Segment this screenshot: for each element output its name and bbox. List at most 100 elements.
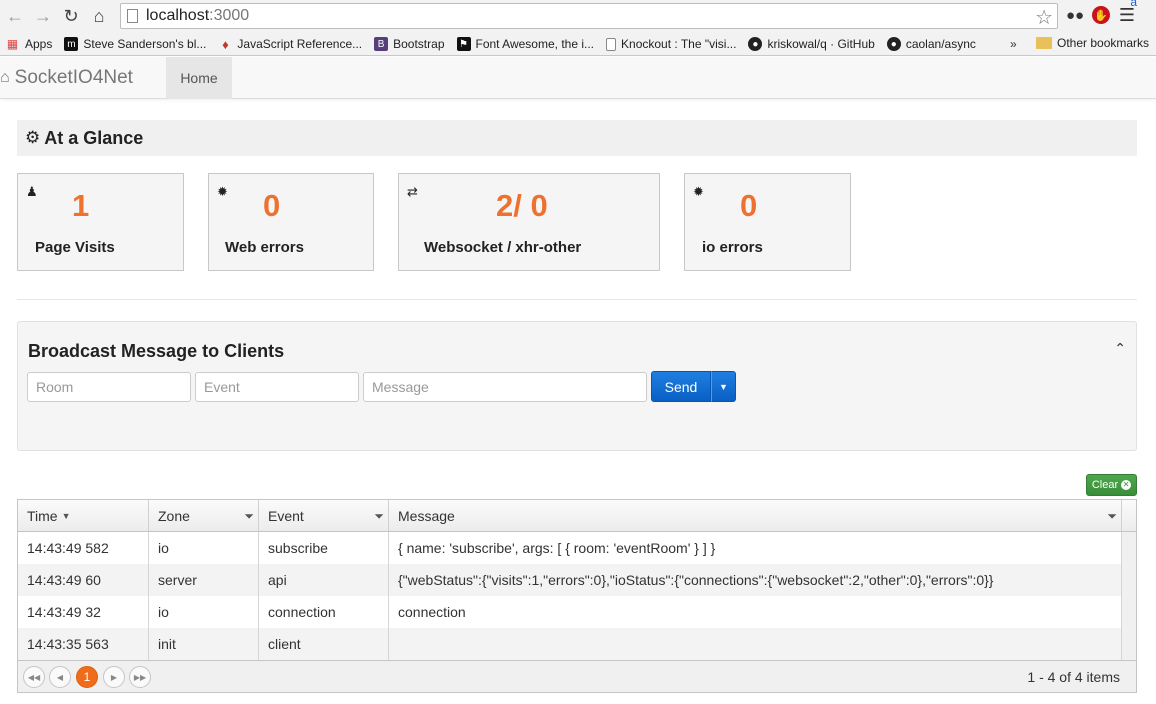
cell-time: 14:43:35 563 — [18, 628, 149, 660]
bookmark-star-icon[interactable]: ☆ — [1035, 5, 1053, 30]
table-row[interactable]: 14:43:35 563 init client — [18, 628, 1121, 660]
forward-arrow-icon[interactable]: → — [30, 4, 56, 30]
other-bookmarks-label: Other bookmarks — [1057, 36, 1150, 50]
filter-icon[interactable]: ⏷ — [374, 509, 384, 524]
event-input[interactable] — [195, 372, 359, 402]
last-page-icon[interactable]: ▶▶ — [129, 666, 151, 688]
caret-down-icon[interactable]: ▼ — [711, 371, 736, 402]
message-input[interactable] — [363, 372, 647, 402]
bookmark-kriskowal-q[interactable]: ● kriskowal/q · GitHub — [748, 37, 875, 51]
first-page-icon[interactable]: ◀◀ — [23, 666, 45, 688]
cell-zone: io — [149, 532, 259, 564]
cell-event: api — [259, 564, 389, 596]
cell-zone: init — [149, 628, 259, 660]
bookmarks-bar: ▦ Apps m Steve Sanderson's bl... ♦ JavaS… — [0, 33, 1156, 56]
clear-label: Clear — [1091, 479, 1119, 491]
grid-scrollbar[interactable] — [1121, 532, 1136, 660]
home-icon: ⌂ — [0, 69, 10, 86]
cell-message: {"webStatus":{"visits":1,"errors":0},"io… — [398, 572, 994, 588]
broadcast-panel: Broadcast Message to Clients ⌃ Send ▼ — [17, 321, 1137, 451]
cell-message: connection — [398, 604, 466, 620]
glance-title: At a Glance — [44, 127, 144, 148]
github-icon: ● — [886, 37, 901, 51]
stat-value: 0 — [263, 188, 281, 223]
incognito-mask-icon[interactable]: ●● — [1064, 4, 1086, 26]
brand-link[interactable]: ⌂ SocketIO4Net — [0, 67, 133, 89]
bookmark-font-awesome[interactable]: ⚑ Font Awesome, the i... — [456, 37, 594, 51]
browser-toolbar: ← → ↻ ⌂ localhost:3000 ☆ ●● ✋ ☰ a — [0, 0, 1156, 33]
bookmark-label: Apps — [25, 37, 53, 51]
prev-page-icon[interactable]: ◀ — [49, 666, 71, 688]
filter-icon[interactable]: ⏷ — [1107, 509, 1117, 524]
bookmark-steve-sanderson[interactable]: m Steve Sanderson's bl... — [64, 37, 206, 51]
bookmark-label: Knockout : The "visi... — [621, 37, 737, 51]
stat-label: Websocket / xhr-other — [424, 239, 582, 256]
stat-value: 0 — [740, 188, 758, 223]
column-header-message[interactable]: Message ⏷ — [389, 500, 1122, 531]
bookmark-label: kriskowal/q · GitHub — [767, 37, 875, 51]
broadcast-title: Broadcast Message to Clients — [28, 341, 285, 361]
section-divider — [17, 299, 1137, 300]
bookmark-knockout[interactable]: Knockout : The "visi... — [606, 37, 736, 51]
other-bookmarks[interactable]: Other bookmarks — [1036, 36, 1149, 50]
cell-event: connection — [259, 596, 389, 628]
cell-message: { name: 'subscribe', args: [ { room: 'ev… — [398, 540, 716, 556]
pager-info: 1 - 4 of 4 items — [1027, 669, 1120, 685]
glance-header: ⚙ At a Glance — [17, 120, 1137, 156]
clear-button[interactable]: Clear ✕ — [1086, 474, 1137, 496]
adblock-stop-icon[interactable]: ✋ — [1092, 6, 1110, 24]
nav-tab-home[interactable]: Home — [166, 57, 232, 99]
column-label: Time — [27, 507, 58, 524]
stat-card-page-visits: ♟ 1 Page Visits — [17, 173, 184, 271]
bookmark-label: Bootstrap — [393, 37, 445, 51]
table-row[interactable]: 14:43:49 582 io subscribe { name: 'subsc… — [18, 532, 1121, 564]
chrome-menu-icon[interactable]: ☰ a — [1116, 0, 1138, 26]
page-icon — [127, 9, 138, 23]
cell-event: client — [259, 628, 389, 660]
bookmark-label: caolan/async — [905, 37, 976, 51]
bookmark-bootstrap[interactable]: B Bootstrap — [374, 37, 445, 51]
bookmark-javascript-reference[interactable]: ♦ JavaScript Reference... — [218, 36, 363, 52]
url-port: :3000 — [209, 7, 250, 24]
stat-card-websocket: ⇄ 2/ 0 Websocket / xhr-other — [398, 173, 660, 271]
address-bar[interactable]: localhost:3000 ☆ — [120, 3, 1058, 29]
stat-value: 1 — [72, 188, 90, 223]
reload-icon[interactable]: ↻ — [58, 4, 84, 30]
cell-message — [389, 628, 1121, 660]
bookmarks-overflow-icon[interactable]: » — [1010, 37, 1017, 51]
cell-time: 14:43:49 60 — [18, 564, 149, 596]
flag-icon: ⚑ — [456, 37, 471, 51]
back-arrow-icon[interactable]: ← — [2, 4, 28, 30]
stat-card-io-errors: ✹ 0 io errors — [684, 173, 851, 271]
stat-label: Web errors — [225, 239, 304, 256]
cell-time: 14:43:49 32 — [18, 596, 149, 628]
filter-icon[interactable]: ⏷ — [244, 509, 254, 524]
column-label: Zone — [158, 507, 190, 524]
stat-label: io errors — [702, 239, 763, 256]
send-button[interactable]: Send — [651, 371, 711, 402]
bookmark-label: JavaScript Reference... — [237, 37, 363, 51]
column-header-event[interactable]: Event ⏷ — [259, 500, 389, 531]
chevron-up-icon[interactable]: ⌃ — [1114, 340, 1126, 357]
grid-header: Time ▼ Zone ⏷ Event ⏷ Message ⏷ — [18, 500, 1136, 532]
column-header-time[interactable]: Time ▼ — [18, 500, 149, 531]
next-page-icon[interactable]: ▶ — [103, 666, 125, 688]
bookmark-caolan-async[interactable]: ● caolan/async — [886, 37, 976, 51]
home-icon[interactable]: ⌂ — [86, 4, 112, 30]
stat-value: 2/ 0 — [496, 188, 548, 223]
table-row[interactable]: 14:43:49 32 io connection connection — [18, 596, 1121, 628]
room-input[interactable] — [27, 372, 191, 402]
cell-zone: io — [149, 596, 259, 628]
js-dino-icon: ♦ — [222, 36, 229, 52]
send-button-group: Send ▼ — [651, 371, 736, 402]
github-icon: ● — [748, 37, 763, 51]
page-icon — [606, 37, 617, 51]
table-row[interactable]: 14:43:49 60 server api {"webStatus":{"vi… — [18, 564, 1121, 596]
bookmark-apps[interactable]: ▦ Apps — [4, 37, 53, 51]
stat-label: Page Visits — [35, 239, 115, 256]
column-label: Event — [268, 507, 304, 524]
cell-zone: server — [149, 564, 259, 596]
page-button-current[interactable]: 1 — [76, 666, 98, 688]
column-header-zone[interactable]: Zone ⏷ — [149, 500, 259, 531]
grid-pager: ◀◀ ◀ 1 ▶ ▶▶ 1 - 4 of 4 items — [18, 660, 1136, 692]
